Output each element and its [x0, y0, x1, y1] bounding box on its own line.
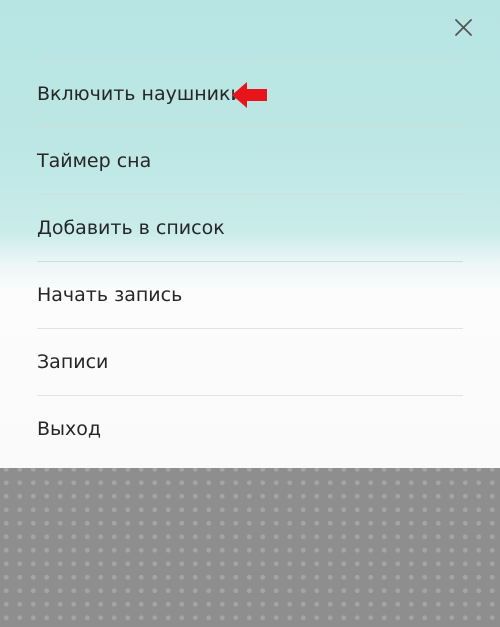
menu-item-label: Включить наушники	[37, 83, 243, 105]
menu-item-start-recording[interactable]: Начать запись	[37, 261, 463, 328]
menu-item-label: Записи	[37, 351, 109, 373]
screen: Включить наушники Таймер сна Добавить в …	[0, 0, 500, 627]
menu-item-label: Выход	[37, 418, 102, 440]
close-icon	[455, 19, 472, 36]
options-menu-sheet: Включить наушники Таймер сна Добавить в …	[0, 0, 500, 468]
menu-item-add-to-list[interactable]: Добавить в список	[37, 194, 463, 261]
menu-item-enable-headphones[interactable]: Включить наушники	[37, 60, 463, 127]
dimmed-background[interactable]	[0, 468, 500, 627]
menu-item-sleep-timer[interactable]: Таймер сна	[37, 127, 463, 194]
menu-item-recordings[interactable]: Записи	[37, 328, 463, 395]
menu-item-label: Добавить в список	[37, 217, 225, 239]
menu-item-label: Начать запись	[37, 284, 183, 306]
close-button[interactable]	[448, 12, 480, 44]
red-arrow-left-icon	[232, 82, 267, 108]
menu-list: Включить наушники Таймер сна Добавить в …	[37, 60, 463, 462]
menu-item-label: Таймер сна	[37, 150, 152, 172]
menu-item-exit[interactable]: Выход	[37, 395, 463, 462]
